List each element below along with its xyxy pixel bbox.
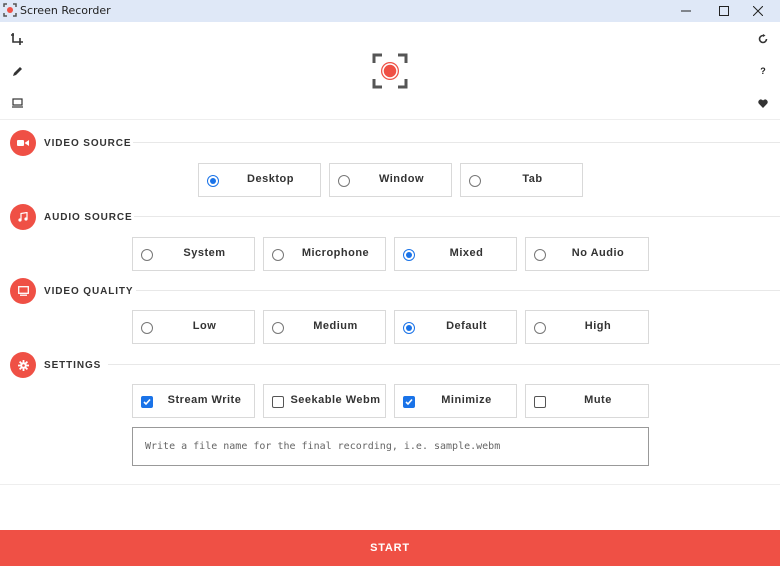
section-title: AUDIO SOURCE bbox=[44, 211, 133, 223]
display-icon bbox=[17, 286, 29, 296]
section-divider bbox=[133, 142, 780, 143]
display-button[interactable] bbox=[9, 95, 25, 111]
audio-source-header: AUDIO SOURCE bbox=[10, 204, 133, 230]
stream-write-checkbox[interactable] bbox=[141, 396, 153, 408]
minimize-icon bbox=[681, 10, 691, 12]
section-title: VIDEO QUALITY bbox=[44, 285, 134, 297]
window-radio[interactable] bbox=[338, 175, 350, 187]
filename-input[interactable] bbox=[132, 427, 649, 466]
video-camera-icon bbox=[17, 140, 29, 146]
section-divider bbox=[136, 290, 780, 291]
option-label: Default bbox=[446, 320, 487, 332]
video-source-window[interactable]: Window bbox=[329, 163, 452, 197]
title-bar: Screen Recorder bbox=[0, 0, 780, 22]
maximize-icon bbox=[719, 6, 729, 16]
quality-low[interactable]: Low bbox=[132, 310, 255, 344]
seekable-webm-checkbox[interactable] bbox=[272, 396, 284, 408]
record-focus-icon bbox=[372, 53, 408, 89]
audio-source-microphone[interactable]: Microphone bbox=[263, 237, 386, 271]
pencil-icon bbox=[12, 66, 22, 76]
heart-icon bbox=[758, 98, 768, 108]
video-quality-header: VIDEO QUALITY bbox=[10, 278, 133, 304]
start-button[interactable]: START bbox=[0, 530, 780, 566]
video-quality-badge bbox=[10, 278, 36, 304]
option-label: Window bbox=[378, 173, 425, 185]
high-radio[interactable] bbox=[534, 322, 546, 334]
section-title: VIDEO SOURCE bbox=[44, 137, 132, 149]
system-radio[interactable] bbox=[141, 249, 153, 261]
quality-medium[interactable]: Medium bbox=[263, 310, 386, 344]
option-label: Seekable Webm bbox=[290, 394, 381, 406]
default-radio[interactable] bbox=[403, 322, 415, 334]
audio-source-no-audio[interactable]: No Audio bbox=[525, 237, 649, 271]
setting-stream-write[interactable]: Stream Write bbox=[132, 384, 255, 418]
option-label: Desktop bbox=[247, 173, 294, 185]
video-source-header: VIDEO SOURCE bbox=[10, 130, 131, 156]
option-label: High bbox=[584, 320, 612, 332]
draw-button[interactable] bbox=[9, 63, 25, 79]
refresh-icon bbox=[758, 34, 768, 44]
monitor-icon bbox=[11, 98, 23, 108]
header-divider bbox=[0, 119, 780, 120]
setting-mute[interactable]: Mute bbox=[525, 384, 649, 418]
window-title: Screen Recorder bbox=[20, 4, 111, 17]
tab-radio[interactable] bbox=[469, 175, 481, 187]
no-audio-radio[interactable] bbox=[534, 249, 546, 261]
option-label: Mixed bbox=[449, 247, 484, 259]
audio-source-mixed[interactable]: Mixed bbox=[394, 237, 517, 271]
minimize-checkbox[interactable] bbox=[403, 396, 415, 408]
mixed-radio[interactable] bbox=[403, 249, 415, 261]
audio-source-system[interactable]: System bbox=[132, 237, 255, 271]
microphone-radio[interactable] bbox=[272, 249, 284, 261]
quality-high[interactable]: High bbox=[525, 310, 649, 344]
help-button[interactable]: ? bbox=[755, 63, 771, 79]
help-icon: ? bbox=[760, 66, 766, 76]
medium-radio[interactable] bbox=[272, 322, 284, 334]
video-source-desktop[interactable]: Desktop bbox=[198, 163, 321, 197]
option-label: System bbox=[183, 247, 226, 259]
section-title: SETTINGS bbox=[44, 359, 102, 371]
footer-divider bbox=[0, 484, 780, 485]
settings-badge bbox=[10, 352, 36, 378]
music-note-icon bbox=[18, 212, 28, 222]
refresh-button[interactable] bbox=[755, 31, 771, 47]
low-radio[interactable] bbox=[141, 322, 153, 334]
checkmark-icon bbox=[405, 398, 413, 406]
video-source-badge bbox=[10, 130, 36, 156]
audio-source-badge bbox=[10, 204, 36, 230]
close-button[interactable] bbox=[736, 0, 780, 22]
setting-minimize[interactable]: Minimize bbox=[394, 384, 517, 418]
option-label: Medium bbox=[313, 320, 358, 332]
option-label: No Audio bbox=[571, 247, 625, 259]
settings-header: SETTINGS bbox=[10, 352, 101, 378]
option-label: Microphone bbox=[301, 247, 370, 259]
close-icon bbox=[753, 6, 763, 16]
option-label: Low bbox=[192, 320, 217, 332]
app-icon bbox=[3, 3, 17, 17]
video-source-tab[interactable]: Tab bbox=[460, 163, 583, 197]
checkmark-icon bbox=[143, 398, 151, 406]
section-divider bbox=[108, 364, 780, 365]
setting-seekable-webm[interactable]: Seekable Webm bbox=[263, 384, 386, 418]
section-divider bbox=[134, 216, 780, 217]
quality-default[interactable]: Default bbox=[394, 310, 517, 344]
crop-icon bbox=[11, 33, 23, 45]
favorite-button[interactable] bbox=[755, 95, 771, 111]
option-label: Minimize bbox=[441, 394, 492, 406]
mute-checkbox[interactable] bbox=[534, 396, 546, 408]
crop-button[interactable] bbox=[9, 31, 25, 47]
option-label: Stream Write bbox=[167, 394, 242, 406]
desktop-radio[interactable] bbox=[207, 175, 219, 187]
option-label: Tab bbox=[522, 173, 543, 185]
gear-icon bbox=[17, 359, 29, 371]
option-label: Mute bbox=[584, 394, 612, 406]
